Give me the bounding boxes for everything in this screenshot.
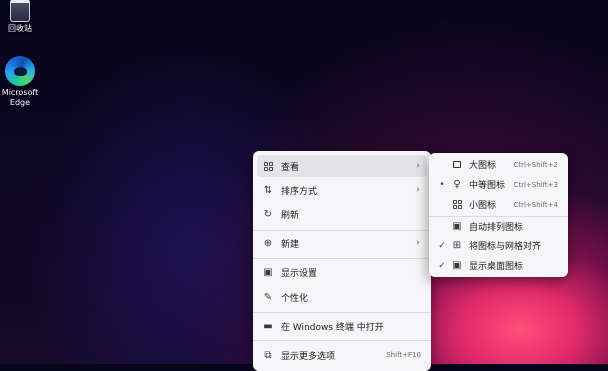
menu-divider xyxy=(253,230,431,231)
menu-item-label: 排序方式 xyxy=(281,186,318,197)
menu-item-label: 新建 xyxy=(281,239,300,250)
personalize-icon: ✎ xyxy=(263,291,273,303)
edge-desktop-icon[interactable]: Microsoft Edge xyxy=(0,56,40,108)
menu-divider xyxy=(253,312,431,313)
edge-label-line1: Microsoft xyxy=(1,88,39,97)
view-grid-icon xyxy=(262,160,274,172)
submenu-item-label: 显示桌面图标 xyxy=(469,262,524,272)
chevron-right-icon: › xyxy=(416,161,420,171)
submenu-item-label: 大图标 xyxy=(469,161,497,171)
menu-item-label: 刷新 xyxy=(281,210,300,221)
menu-item-more-options[interactable]: ⧉ 显示更多选项 Shift+F10 xyxy=(257,344,427,366)
more-options-icon: ⧉ xyxy=(264,349,272,361)
recycle-bin-desktop-icon[interactable]: 回收站 xyxy=(0,0,40,34)
chevron-right-icon: › xyxy=(416,238,420,248)
edge-icon xyxy=(5,56,35,86)
submenu-item-auto-arrange[interactable]: ▣ 自动排列图标 xyxy=(433,217,564,236)
refresh-icon: ↻ xyxy=(263,208,273,220)
menu-item-label: 显示设置 xyxy=(281,268,318,279)
menu-item-label: 查看 xyxy=(281,162,300,173)
menu-item-sort[interactable]: ⇅ 排序方式 › xyxy=(257,179,427,201)
submenu-item-shortcut: Ctrl+Shift+3 xyxy=(513,180,558,189)
check-icon: ✓ xyxy=(438,260,446,271)
menu-item-view[interactable]: 查看 › xyxy=(257,155,427,177)
submenu-item-shortcut: Ctrl+Shift+4 xyxy=(513,200,558,209)
chevron-right-icon: › xyxy=(416,185,420,195)
submenu-item-large-icons[interactable]: 大图标 Ctrl+Shift+2 xyxy=(433,155,564,174)
menu-item-display-settings[interactable]: ▣ 显示设置 xyxy=(257,261,427,283)
menu-item-open-terminal[interactable]: ▬ 在 Windows 终端 中打开 xyxy=(257,315,427,337)
menu-divider xyxy=(253,258,431,259)
view-submenu: 大图标 Ctrl+Shift+2 • ♀ 中等图标 Ctrl+Shift+3 小… xyxy=(429,153,568,277)
menu-divider xyxy=(253,340,431,341)
large-icons-icon xyxy=(451,159,463,171)
terminal-icon: ▬ xyxy=(263,320,273,332)
menu-item-shortcut: Shift+F10 xyxy=(386,351,421,359)
submenu-item-medium-icons[interactable]: • ♀ 中等图标 Ctrl+Shift+3 xyxy=(433,175,564,194)
submenu-item-label: 将图标与网格对齐 xyxy=(469,242,542,252)
submenu-item-shortcut: Ctrl+Shift+2 xyxy=(513,160,558,169)
desktop-context-menu: 查看 › ⇅ 排序方式 › ↻ 刷新 ⊕ 新建 › ▣ 显示设置 ✎ 个性化 ▬… xyxy=(253,151,431,371)
small-icons-icon xyxy=(451,199,463,211)
sort-icon: ⇅ xyxy=(263,184,273,196)
menu-item-new[interactable]: ⊕ 新建 › xyxy=(257,232,427,254)
submenu-item-show-desktop-icons[interactable]: ✓ ▣ 显示桌面图标 xyxy=(433,256,564,275)
submenu-item-label: 中等图标 xyxy=(469,181,506,191)
recycle-bin-label: 回收站 xyxy=(8,24,32,33)
submenu-item-small-icons[interactable]: 小图标 Ctrl+Shift+4 xyxy=(433,195,564,214)
display-settings-icon: ▣ xyxy=(263,266,273,278)
menu-item-label: 显示更多选项 xyxy=(281,351,336,362)
edge-label-line2: Edge xyxy=(9,98,31,107)
recycle-bin-icon xyxy=(10,0,30,22)
selection-mark: • xyxy=(439,179,445,190)
submenu-item-align-grid[interactable]: ✓ ⊞ 将图标与网格对齐 xyxy=(433,236,564,255)
menu-item-label: 在 Windows 终端 中打开 xyxy=(281,322,384,333)
menu-item-personalize[interactable]: ✎ 个性化 xyxy=(257,286,427,308)
menu-item-refresh[interactable]: ↻ 刷新 xyxy=(257,203,427,225)
submenu-item-label: 自动排列图标 xyxy=(469,223,524,233)
show-desktop-icons-icon: ▣ xyxy=(452,260,462,271)
align-grid-icon: ⊞ xyxy=(452,240,462,251)
medium-icons-icon: ♀ xyxy=(453,179,461,190)
check-icon: ✓ xyxy=(438,240,446,251)
auto-arrange-icon: ▣ xyxy=(452,221,462,232)
new-icon: ⊕ xyxy=(263,237,273,249)
submenu-item-label: 小图标 xyxy=(469,201,497,211)
menu-item-label: 个性化 xyxy=(281,293,309,304)
